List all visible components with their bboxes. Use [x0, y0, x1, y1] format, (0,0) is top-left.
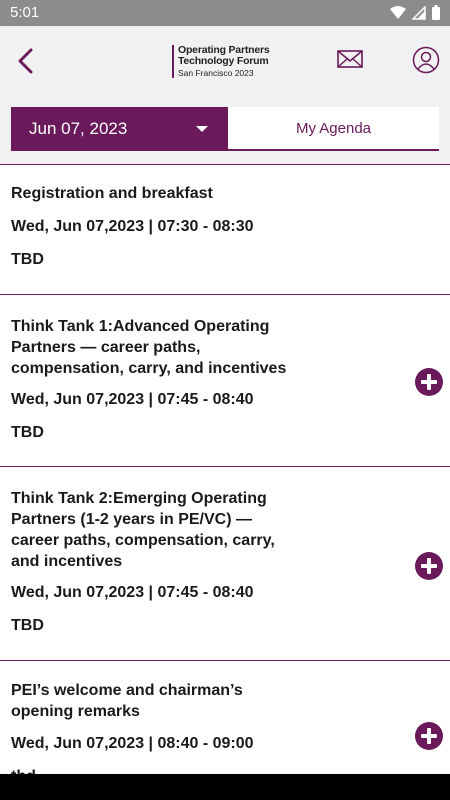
app-header: Operating Partners Technology Forum San … [0, 26, 450, 164]
session-time: Wed, Jun 07,2023 | 07:45 - 08:40 [11, 584, 254, 601]
session-location: TBD [11, 424, 44, 441]
system-navigation-bar [0, 774, 450, 800]
session-item[interactable]: Think Tank 2:Emerging Operating Partners… [0, 466, 450, 660]
session-item[interactable]: Think Tank 1:Advanced Operating Partners… [0, 294, 450, 466]
logo-line-2: Technology Forum [178, 55, 269, 67]
session-item[interactable]: PEI’s welcome and chairman’s opening rem… [0, 660, 450, 785]
add-to-agenda-button[interactable] [415, 552, 443, 580]
back-button[interactable] [10, 46, 40, 76]
cellular-signal-icon [412, 5, 426, 20]
session-title: Think Tank 1:Advanced Operating Partners… [11, 318, 287, 377]
status-time: 5:01 [10, 4, 40, 21]
battery-icon [432, 5, 440, 20]
session-title: Registration and breakfast [11, 185, 213, 202]
dropdown-arrow-icon [196, 126, 208, 132]
mail-icon [337, 50, 363, 68]
session-time: Wed, Jun 07,2023 | 07:45 - 08:40 [11, 391, 254, 408]
session-location: TBD [11, 617, 44, 634]
profile-button[interactable] [412, 46, 440, 74]
session-title: PEI’s welcome and chairman’s opening rem… [11, 682, 243, 720]
session-time: Wed, Jun 07,2023 | 08:40 - 09:00 [11, 735, 254, 752]
status-bar: 5:01 [0, 0, 450, 26]
messages-button[interactable] [336, 48, 364, 72]
add-to-agenda-button[interactable] [415, 368, 443, 396]
logo-line-3: San Francisco 2023 [178, 68, 254, 78]
logo-bar [172, 45, 174, 78]
tab-my-agenda[interactable]: My Agenda [228, 107, 439, 151]
add-to-agenda-button[interactable] [415, 722, 443, 750]
session-time: Wed, Jun 07,2023 | 07:30 - 08:30 [11, 218, 254, 235]
date-tabs: Jun 07, 2023 My Agenda [11, 107, 439, 151]
chevron-left-icon [18, 48, 33, 74]
status-icons [390, 5, 440, 20]
session-item[interactable]: Registration and breakfast Wed, Jun 07,2… [0, 164, 450, 294]
date-dropdown-label: Jun 07, 2023 [29, 119, 128, 138]
wifi-icon [390, 5, 406, 19]
user-profile-icon [412, 46, 440, 74]
session-location: TBD [11, 251, 44, 268]
tab-my-agenda-label: My Agenda [295, 120, 372, 137]
date-dropdown[interactable]: Jun 07, 2023 [11, 107, 228, 151]
session-title: Think Tank 2:Emerging Operating Partners… [11, 490, 275, 570]
event-logo: Operating Partners Technology Forum San … [172, 45, 282, 81]
